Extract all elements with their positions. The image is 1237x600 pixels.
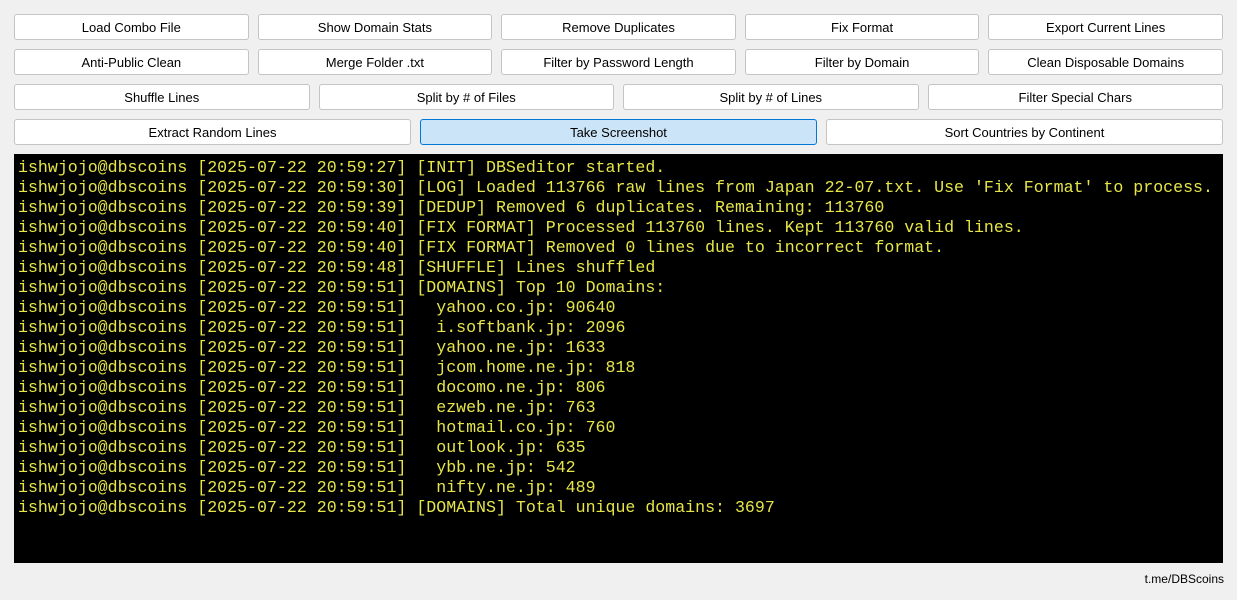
console-line: ishwjojo@dbscoins [2025-07-22 20:59:51] … bbox=[18, 438, 586, 457]
toolbar-row-2: Anti-Public Clean Merge Folder .txt Filt… bbox=[14, 49, 1223, 75]
anti-public-clean-button[interactable]: Anti-Public Clean bbox=[14, 49, 249, 75]
console-line: ishwjojo@dbscoins [2025-07-22 20:59:51] … bbox=[18, 478, 596, 497]
toolbar-row-1: Load Combo File Show Domain Stats Remove… bbox=[14, 14, 1223, 40]
console-line: ishwjojo@dbscoins [2025-07-22 20:59:27] … bbox=[18, 158, 666, 177]
app-window: Load Combo File Show Domain Stats Remove… bbox=[0, 0, 1237, 600]
load-combo-file-button[interactable]: Load Combo File bbox=[14, 14, 249, 40]
console-line: ishwjojo@dbscoins [2025-07-22 20:59:51] … bbox=[18, 278, 666, 297]
console-line: ishwjojo@dbscoins [2025-07-22 20:59:40] … bbox=[18, 218, 1024, 237]
console-line: ishwjojo@dbscoins [2025-07-22 20:59:51] … bbox=[18, 498, 775, 517]
console-line: ishwjojo@dbscoins [2025-07-22 20:59:51] … bbox=[18, 338, 606, 357]
footer-telegram-link[interactable]: t.me/DBScoins bbox=[1145, 572, 1224, 586]
log-console[interactable]: ishwjojo@dbscoins [2025-07-22 20:59:27] … bbox=[14, 154, 1223, 563]
sort-countries-by-continent-button[interactable]: Sort Countries by Continent bbox=[826, 119, 1223, 145]
show-domain-stats-button[interactable]: Show Domain Stats bbox=[257, 14, 493, 40]
split-by-files-button[interactable]: Split by # of Files bbox=[318, 84, 614, 110]
merge-folder-txt-button[interactable]: Merge Folder .txt bbox=[257, 49, 493, 75]
toolbar-row-3: Shuffle Lines Split by # of Files Split … bbox=[14, 84, 1223, 110]
filter-by-domain-button[interactable]: Filter by Domain bbox=[744, 49, 980, 75]
shuffle-lines-button[interactable]: Shuffle Lines bbox=[14, 84, 310, 110]
console-line: ishwjojo@dbscoins [2025-07-22 20:59:51] … bbox=[18, 298, 616, 317]
console-line: ishwjojo@dbscoins [2025-07-22 20:59:40] … bbox=[18, 238, 945, 257]
toolbar-row-4: Extract Random Lines Take Screenshot Sor… bbox=[14, 119, 1223, 145]
console-line: ishwjojo@dbscoins [2025-07-22 20:59:51] … bbox=[18, 378, 606, 397]
console-line: ishwjojo@dbscoins [2025-07-22 20:59:51] … bbox=[18, 318, 626, 337]
console-line: ishwjojo@dbscoins [2025-07-22 20:59:51] … bbox=[18, 418, 616, 437]
console-line: ishwjojo@dbscoins [2025-07-22 20:59:51] … bbox=[18, 358, 636, 377]
console-line: ishwjojo@dbscoins [2025-07-22 20:59:51] … bbox=[18, 398, 596, 417]
take-screenshot-button[interactable]: Take Screenshot bbox=[420, 119, 817, 145]
split-by-lines-button[interactable]: Split by # of Lines bbox=[623, 84, 919, 110]
console-line: ishwjojo@dbscoins [2025-07-22 20:59:48] … bbox=[18, 258, 656, 277]
export-current-lines-button[interactable]: Export Current Lines bbox=[988, 14, 1223, 40]
clean-disposable-domains-button[interactable]: Clean Disposable Domains bbox=[988, 49, 1223, 75]
console-line: ishwjojo@dbscoins [2025-07-22 20:59:51] … bbox=[18, 458, 576, 477]
extract-random-lines-button[interactable]: Extract Random Lines bbox=[14, 119, 411, 145]
remove-duplicates-button[interactable]: Remove Duplicates bbox=[501, 14, 736, 40]
console-line: ishwjojo@dbscoins [2025-07-22 20:59:39] … bbox=[18, 198, 885, 217]
filter-special-chars-button[interactable]: Filter Special Chars bbox=[927, 84, 1223, 110]
fix-format-button[interactable]: Fix Format bbox=[744, 14, 980, 40]
filter-by-password-length-button[interactable]: Filter by Password Length bbox=[501, 49, 736, 75]
console-line: ishwjojo@dbscoins [2025-07-22 20:59:30] … bbox=[18, 178, 1213, 197]
